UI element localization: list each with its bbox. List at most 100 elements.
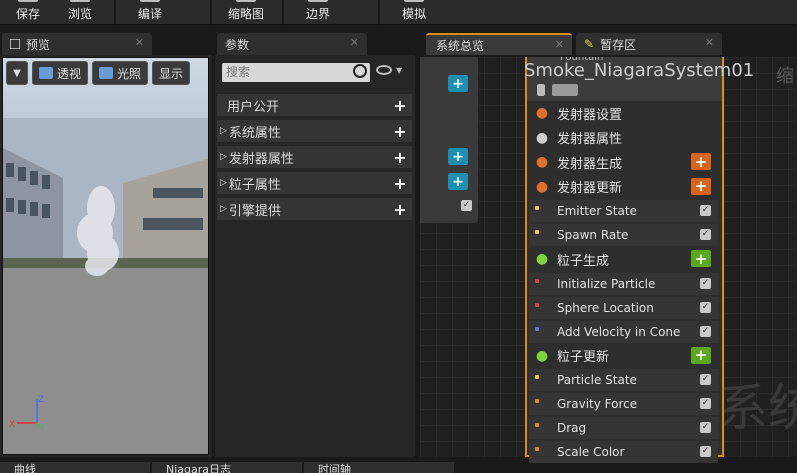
section-icon: ● bbox=[535, 129, 549, 146]
module-enabled-checkbox[interactable]: ✓ bbox=[700, 446, 711, 457]
render-toggle-icon[interactable] bbox=[552, 84, 578, 96]
close-icon[interactable]: ✕ bbox=[705, 36, 714, 49]
add-module-button[interactable]: + bbox=[691, 177, 711, 195]
lighting-button[interactable]: 光照 bbox=[92, 61, 148, 85]
perspective-icon bbox=[38, 67, 53, 79]
add-module-button[interactable]: + bbox=[691, 153, 711, 171]
add-parameter-button[interactable]: + bbox=[392, 148, 408, 167]
add-parameter-button[interactable]: + bbox=[392, 174, 408, 193]
close-icon[interactable]: ✕ bbox=[555, 38, 564, 51]
chevron-right-icon[interactable]: ▷ bbox=[220, 152, 227, 162]
add-module-button[interactable]: + bbox=[691, 346, 711, 364]
tab-scratch-pad[interactable]: ✎ 暂存区 ✕ bbox=[576, 33, 722, 55]
stack-module[interactable]: Particle State ✓ bbox=[529, 369, 718, 391]
chevron-right-icon[interactable]: ▷ bbox=[220, 178, 227, 188]
module-enabled-checkbox[interactable]: ✓ bbox=[700, 374, 711, 385]
module-enabled-checkbox[interactable]: ✓ bbox=[700, 422, 711, 433]
stack-module[interactable]: Initialize Particle ✓ bbox=[529, 272, 718, 295]
module-color-dot bbox=[535, 375, 539, 379]
save-button[interactable]: 保存 bbox=[12, 0, 44, 25]
param-row-system[interactable]: ▷ 系统属性 + bbox=[217, 120, 412, 142]
show-button[interactable]: 显示 bbox=[152, 61, 190, 85]
chevron-right-icon[interactable]: ▷ bbox=[220, 204, 227, 214]
stack-row-label: 粒子生成 bbox=[557, 253, 610, 269]
add-parameter-button[interactable]: + bbox=[392, 122, 408, 141]
add-button[interactable]: + bbox=[448, 148, 468, 165]
compile-button[interactable]: 编译 bbox=[134, 0, 166, 25]
eye-icon[interactable] bbox=[376, 65, 392, 75]
axis-x-label: X bbox=[9, 420, 15, 430]
add-button[interactable]: + bbox=[448, 75, 468, 92]
param-row-label: 用户公开 bbox=[227, 99, 280, 115]
tab-timeline[interactable]: 时间轴 bbox=[304, 462, 454, 473]
tab-system-overview[interactable]: 系统总览 ✕ bbox=[426, 33, 572, 55]
stack-row-label: Gravity Force bbox=[557, 397, 638, 411]
section-icon: ● bbox=[535, 178, 549, 195]
section-icon: ● bbox=[535, 154, 549, 170]
tab-preview[interactable]: 预览 ✕ bbox=[2, 33, 152, 55]
stack-row-label: 发射器生成 bbox=[557, 156, 623, 172]
stack-section[interactable]: ● 发射器更新 + bbox=[529, 176, 718, 198]
tab-params[interactable]: 参数 ✕ bbox=[217, 33, 367, 55]
add-parameter-button[interactable]: + bbox=[392, 96, 408, 115]
stack-section[interactable]: ● 粒子更新 + bbox=[529, 345, 718, 367]
stack-module[interactable]: Drag ✓ bbox=[529, 417, 718, 439]
module-enabled-checkbox[interactable]: ✓ bbox=[700, 229, 711, 240]
param-row-label: 粒子属性 bbox=[228, 177, 281, 193]
bounds-button[interactable]: 边界 bbox=[302, 0, 334, 25]
stack-section[interactable]: ● 发射器生成 + bbox=[529, 151, 718, 173]
module-enabled-checkbox[interactable]: ✓ bbox=[700, 205, 711, 216]
param-row-label: 引擎提供 bbox=[228, 203, 281, 219]
module-enabled-checkbox[interactable]: ✓ bbox=[700, 325, 711, 337]
emitter-node-title: Smoke_NiagaraSystem01 bbox=[524, 60, 755, 81]
viewport-options-dropdown[interactable]: ▼ bbox=[6, 61, 28, 85]
add-module-button[interactable]: + bbox=[691, 250, 711, 268]
chevron-right-icon[interactable]: ▷ bbox=[220, 126, 227, 136]
stack-module[interactable]: Emitter State ✓ bbox=[529, 200, 718, 222]
pencil-icon: ✎ bbox=[584, 37, 595, 51]
module-enabled-checkbox[interactable]: ✓ bbox=[700, 301, 711, 313]
simulate-button[interactable]: 模拟 bbox=[398, 0, 430, 25]
stack-module[interactable]: Gravity Force ✓ bbox=[529, 393, 718, 415]
module-enabled-checkbox[interactable]: ✓ bbox=[700, 277, 711, 289]
chevron-down-icon: ▼ bbox=[13, 67, 21, 79]
stack-section[interactable]: ● 粒子生成 + bbox=[529, 248, 718, 270]
browse-icon bbox=[70, 0, 90, 2]
search-icon[interactable] bbox=[353, 64, 367, 78]
tab-niagara-log[interactable]: Niagara日志 bbox=[152, 462, 302, 473]
module-color-dot bbox=[535, 302, 539, 307]
stack-module[interactable]: Scale Color ✓ bbox=[529, 441, 718, 463]
add-button[interactable]: + bbox=[448, 173, 468, 190]
param-row-user-exposed[interactable]: 用户公开 + bbox=[217, 94, 412, 116]
thumbnail-button[interactable]: 缩略图 bbox=[226, 0, 266, 25]
tab-curves[interactable]: 曲线 bbox=[0, 462, 150, 473]
view-mode-button[interactable]: 透视 bbox=[32, 61, 88, 85]
stack-section[interactable]: ● 发射器属性 bbox=[529, 127, 718, 149]
module-color-dot bbox=[535, 326, 539, 331]
browse-button[interactable]: 浏览 bbox=[64, 0, 96, 25]
param-row-engine[interactable]: ▷ 引擎提供 + bbox=[217, 198, 412, 220]
param-row-label: 发射器属性 bbox=[228, 151, 294, 167]
stack-row-label: Drag bbox=[557, 421, 587, 435]
close-icon[interactable]: ✕ bbox=[350, 36, 359, 49]
close-icon[interactable]: ✕ bbox=[135, 36, 144, 49]
system-node[interactable]: + + + ✓ bbox=[420, 57, 478, 223]
preview-viewport[interactable]: Z X Y bbox=[2, 57, 209, 455]
param-row-emitter[interactable]: ▷ 发射器属性 + bbox=[217, 146, 412, 168]
bounds-icon bbox=[308, 0, 328, 2]
stack-section[interactable]: ● 发射器设置 bbox=[529, 102, 718, 124]
stack-module[interactable]: Add Velocity in Cone ✓ bbox=[529, 320, 718, 343]
param-row-particle[interactable]: ▷ 粒子属性 + bbox=[217, 172, 412, 194]
axis-y-label: Y bbox=[38, 424, 45, 433]
stack-module[interactable]: Spawn Rate ✓ bbox=[529, 224, 718, 246]
stack-row-label: Add Velocity in Cone bbox=[557, 324, 681, 339]
add-parameter-button[interactable]: + bbox=[392, 200, 408, 219]
stack-module[interactable]: Sphere Location ✓ bbox=[529, 296, 718, 319]
search-input[interactable] bbox=[222, 63, 370, 82]
enabled-checkbox[interactable]: ✓ bbox=[461, 200, 472, 211]
module-enabled-checkbox[interactable]: ✓ bbox=[700, 398, 711, 409]
module-color-dot bbox=[535, 447, 539, 451]
chevron-down-icon[interactable]: ▼ bbox=[396, 66, 402, 75]
pin-icon[interactable] bbox=[537, 84, 545, 96]
section-icon: ● bbox=[535, 251, 549, 267]
